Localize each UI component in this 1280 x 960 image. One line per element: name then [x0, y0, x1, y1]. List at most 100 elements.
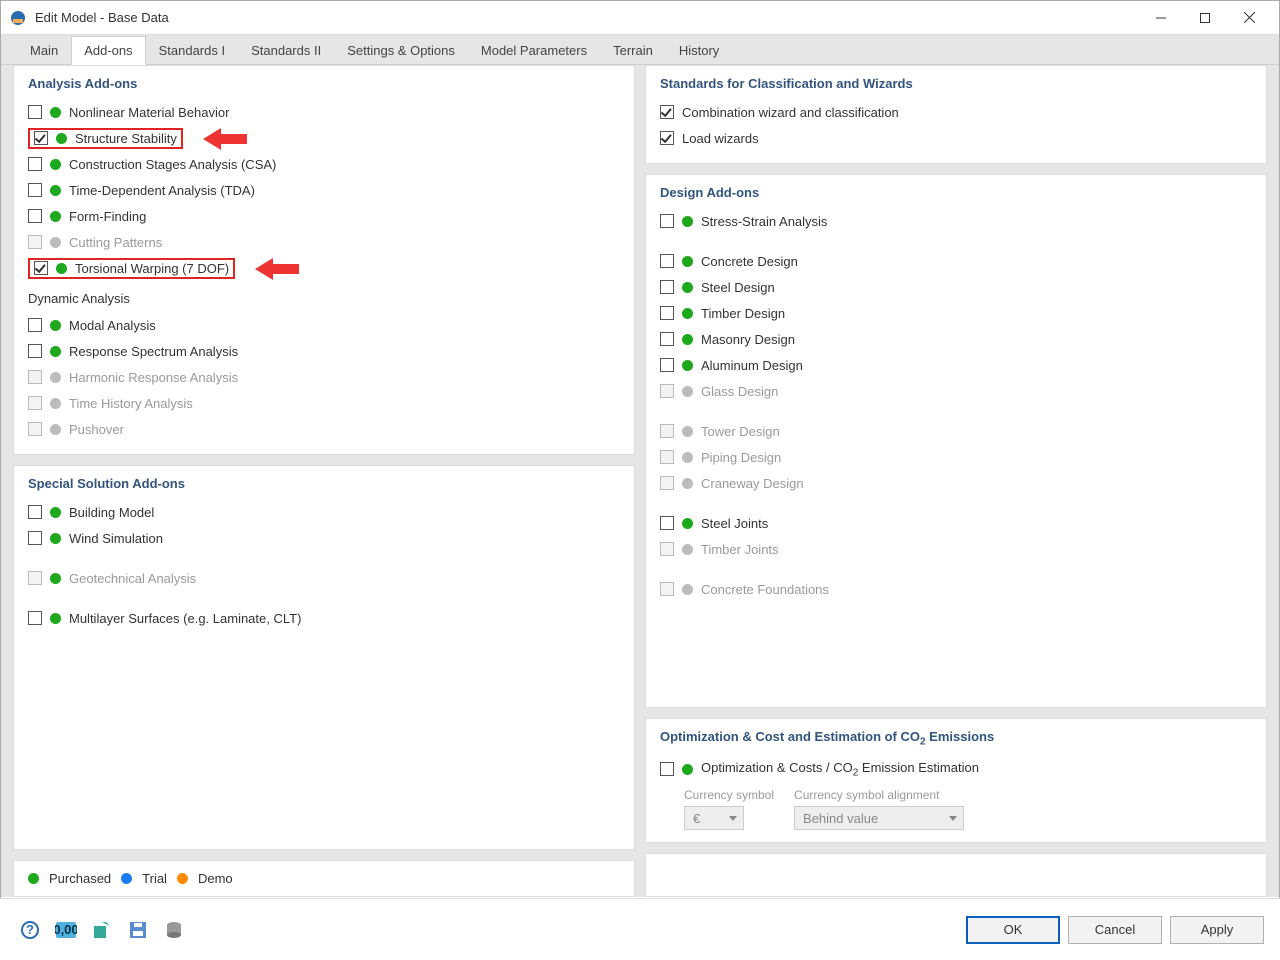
tab-terrain[interactable]: Terrain: [600, 36, 666, 65]
checkbox[interactable]: [660, 332, 674, 346]
status-dot-blue: [121, 873, 132, 884]
cancel-button[interactable]: Cancel: [1068, 916, 1162, 944]
status-dot: [50, 372, 61, 383]
addon-row: Cutting Patterns: [28, 229, 620, 255]
checkbox: [660, 476, 674, 490]
addon-label: Cutting Patterns: [69, 235, 162, 250]
addon-row: Aluminum Design: [660, 352, 1252, 378]
checkbox[interactable]: [660, 105, 674, 119]
checkbox[interactable]: [660, 306, 674, 320]
status-dot: [56, 263, 67, 274]
addon-label: Timber Joints: [701, 542, 779, 557]
addon-label: Time-Dependent Analysis (TDA): [69, 183, 255, 198]
addon-row: Timber Joints: [660, 536, 1252, 562]
checkbox[interactable]: [28, 505, 42, 519]
status-dot: [682, 764, 693, 775]
addon-row: Multilayer Surfaces (e.g. Laminate, CLT): [28, 605, 620, 631]
database-icon[interactable]: [160, 916, 188, 944]
checkbox[interactable]: [28, 344, 42, 358]
ok-button[interactable]: OK: [966, 916, 1060, 944]
checkbox[interactable]: [660, 358, 674, 372]
help-icon[interactable]: ?: [16, 916, 44, 944]
checkbox-optimization[interactable]: [660, 762, 674, 776]
right-column: Standards for Classification and Wizards…: [645, 65, 1267, 897]
addon-label: Masonry Design: [701, 332, 795, 347]
checkbox[interactable]: [28, 611, 42, 625]
addon-label: Modal Analysis: [69, 318, 156, 333]
units-icon[interactable]: 0,00: [52, 916, 80, 944]
legend-demo: Demo: [198, 871, 233, 886]
checkbox[interactable]: [28, 157, 42, 171]
status-dot: [50, 320, 61, 331]
panel-special-solution: Special Solution Add-ons Building ModelW…: [13, 465, 635, 850]
addon-row: Glass Design: [660, 378, 1252, 404]
tab-standards-ii[interactable]: Standards II: [238, 36, 334, 65]
checkbox[interactable]: [34, 261, 48, 275]
apply-button[interactable]: Apply: [1170, 916, 1264, 944]
checkbox[interactable]: [660, 254, 674, 268]
status-dot: [50, 424, 61, 435]
status-dot: [50, 159, 61, 170]
status-dot: [682, 308, 693, 319]
checkbox[interactable]: [28, 318, 42, 332]
legend: Purchased Trial Demo: [13, 860, 635, 897]
status-dot: [50, 573, 61, 584]
checkbox[interactable]: [660, 516, 674, 530]
save-icon[interactable]: [124, 916, 152, 944]
status-dot: [682, 334, 693, 345]
maximize-button[interactable]: [1183, 4, 1227, 32]
addon-row: Wind Simulation: [28, 525, 620, 551]
status-dot: [682, 584, 693, 595]
status-dot: [50, 107, 61, 118]
status-dot: [50, 613, 61, 624]
currency-symbol-select[interactable]: €: [684, 806, 744, 830]
checkbox[interactable]: [660, 214, 674, 228]
addon-label: Concrete Design: [701, 254, 798, 269]
tab-history[interactable]: History: [666, 36, 732, 65]
tab-standards-i[interactable]: Standards I: [146, 36, 239, 65]
addon-label: Timber Design: [701, 306, 785, 321]
addon-label: Response Spectrum Analysis: [69, 344, 238, 359]
addon-label: Pushover: [69, 422, 124, 437]
legend-trial: Trial: [142, 871, 167, 886]
status-dot: [682, 426, 693, 437]
status-dot: [682, 360, 693, 371]
checkbox[interactable]: [28, 105, 42, 119]
status-dot: [682, 216, 693, 227]
checkbox[interactable]: [34, 131, 48, 145]
addon-row: Concrete Design: [660, 248, 1252, 274]
checkbox[interactable]: [28, 183, 42, 197]
callout-arrow-icon: [255, 259, 299, 277]
status-dot-orange: [177, 873, 188, 884]
status-dot: [50, 237, 61, 248]
checkbox[interactable]: [660, 280, 674, 294]
addon-row: Steel Joints: [660, 510, 1252, 536]
checkbox: [28, 571, 42, 585]
checkbox[interactable]: [28, 531, 42, 545]
status-dot: [50, 533, 61, 544]
export-icon[interactable]: [88, 916, 116, 944]
standards-row: Load wizards: [660, 125, 1252, 151]
svg-text:?: ?: [26, 922, 34, 937]
titlebar: Edit Model - Base Data: [1, 1, 1279, 35]
panel-title: Standards for Classification and Wizards: [660, 76, 1252, 91]
currency-align-select[interactable]: Behind value: [794, 806, 964, 830]
minimize-button[interactable]: [1139, 4, 1183, 32]
addon-label: Tower Design: [701, 424, 780, 439]
tab-add-ons[interactable]: Add-ons: [71, 36, 145, 65]
panel-standards: Standards for Classification and Wizards…: [645, 65, 1267, 164]
panel-optimization: Optimization & Cost and Estimation of CO…: [645, 718, 1267, 843]
addon-label: Nonlinear Material Behavior: [69, 105, 229, 120]
checkbox[interactable]: [660, 131, 674, 145]
callout-arrow-icon: [203, 129, 247, 147]
tab-main[interactable]: Main: [17, 36, 71, 65]
addon-label: Structure Stability: [75, 131, 177, 146]
optimization-row: Optimization & Costs / CO2 Emission Esti…: [660, 756, 1252, 782]
checkbox[interactable]: [28, 209, 42, 223]
addon-row: Craneway Design: [660, 470, 1252, 496]
close-button[interactable]: [1227, 4, 1271, 32]
tab-settings-options[interactable]: Settings & Options: [334, 36, 468, 65]
addon-row: Torsional Warping (7 DOF): [28, 255, 620, 281]
dynamic-analysis-heading: Dynamic Analysis: [28, 291, 620, 306]
tab-model-parameters[interactable]: Model Parameters: [468, 36, 600, 65]
